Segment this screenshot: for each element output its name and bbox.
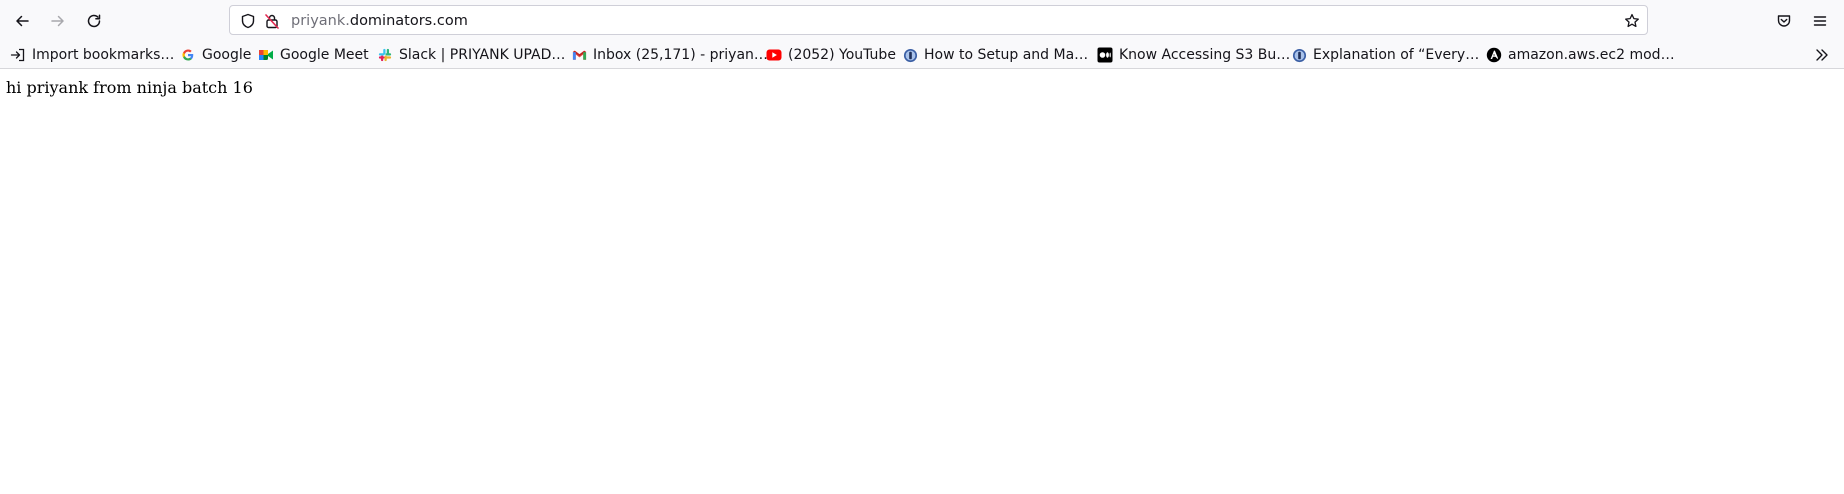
bookmark-label: Google Meet	[280, 47, 369, 63]
menu-button[interactable]	[1806, 8, 1834, 34]
blue-circle-icon	[1291, 47, 1307, 63]
tracking-protection-shield-icon[interactable]	[239, 12, 257, 30]
chevron-double-right-icon	[1816, 49, 1828, 61]
page-text: hi priyank from ninja batch 16	[6, 78, 253, 97]
bookmark-label: Slack | PRIYANK UPAD…	[399, 47, 566, 63]
bookmark-label: How to Setup and Ma…	[924, 47, 1089, 63]
import-icon	[10, 47, 26, 63]
google-meet-icon	[258, 47, 274, 63]
medium-icon	[1097, 47, 1113, 63]
bookmarks-toolbar: Import bookmarks… Google Google Meet Sla…	[0, 41, 1844, 69]
bookmark-gmail-inbox[interactable]: Inbox (25,171) - priyan…	[571, 45, 768, 65]
bookmark-how-to-setup[interactable]: How to Setup and Ma…	[902, 45, 1088, 65]
pocket-button[interactable]	[1770, 8, 1798, 34]
hamburger-menu-icon	[1813, 16, 1827, 26]
bookmark-label: amazon.aws.ec2 mod…	[1508, 47, 1675, 63]
bookmark-amazon-aws-ec2[interactable]: amazon.aws.ec2 mod…	[1486, 45, 1675, 65]
page-content: hi priyank from ninja batch 16	[0, 69, 1844, 494]
bookmark-slack[interactable]: Slack | PRIYANK UPAD…	[377, 45, 565, 65]
bookmark-label: Know Accessing S3 Bu…	[1119, 47, 1291, 63]
bookmark-label: (2052) YouTube	[788, 47, 896, 63]
bookmark-label: Import bookmarks…	[32, 47, 175, 63]
url-domain: dominators.com	[349, 13, 468, 29]
back-button[interactable]	[8, 8, 36, 34]
navigation-toolbar: priyank.dominators.com	[0, 0, 1844, 41]
reload-button[interactable]	[80, 8, 108, 34]
bookmark-google-meet[interactable]: Google Meet	[258, 45, 369, 65]
bookmark-label: Google	[202, 47, 252, 63]
forward-button[interactable]	[44, 8, 72, 34]
bookmark-label: Explanation of “Every…	[1313, 47, 1480, 63]
ansible-icon	[1486, 47, 1502, 63]
gmail-icon	[571, 47, 587, 63]
url-bar[interactable]: priyank.dominators.com	[229, 5, 1648, 35]
bookmark-know-accessing-s3[interactable]: Know Accessing S3 Bu…	[1097, 45, 1290, 65]
arrow-right-icon	[51, 15, 64, 27]
bookmark-explanation[interactable]: Explanation of “Every…	[1291, 45, 1479, 65]
slack-icon	[377, 47, 393, 63]
bookmark-youtube[interactable]: (2052) YouTube	[766, 45, 896, 65]
bookmarks-overflow-button[interactable]	[1814, 45, 1830, 65]
url-subdomain: priyank.	[291, 13, 350, 29]
blue-circle-icon	[902, 47, 918, 63]
bookmark-google[interactable]: Google	[180, 45, 251, 65]
insecure-lock-icon[interactable]	[263, 12, 281, 30]
url-text[interactable]: priyank.dominators.com	[291, 12, 468, 30]
reload-icon	[87, 14, 101, 28]
bookmark-import[interactable]: Import bookmarks…	[10, 45, 174, 65]
google-icon	[180, 47, 196, 63]
bookmark-label: Inbox (25,171) - priyan…	[593, 47, 768, 63]
pocket-icon	[1777, 15, 1791, 27]
arrow-left-icon	[16, 15, 29, 27]
youtube-icon	[766, 47, 782, 63]
star-icon[interactable]	[1623, 12, 1641, 30]
